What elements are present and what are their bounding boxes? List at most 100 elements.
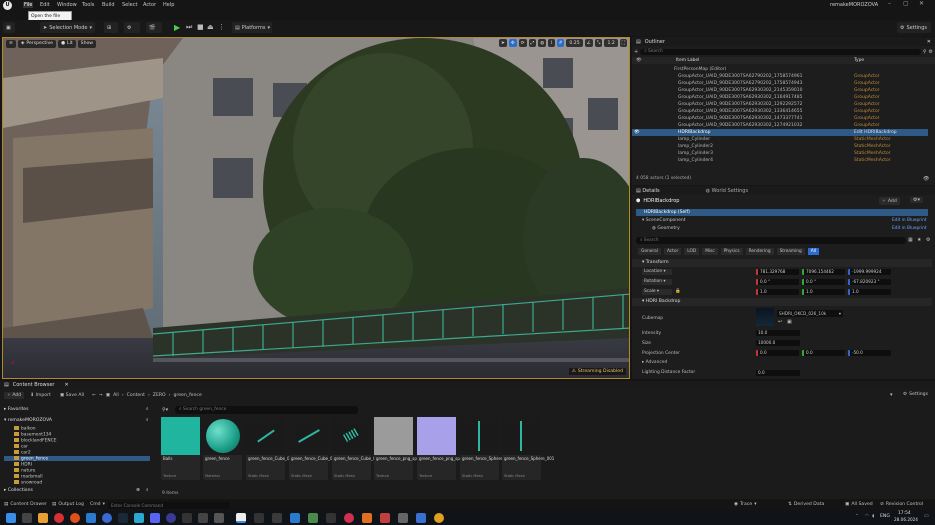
add-collection-icon[interactable]: ⊕ [136,487,140,495]
table-row[interactable]: GroupActor_UAID_90DE3007SA62930302_21453… [632,87,928,94]
table-row[interactable]: lamp_Cylinder4 StaticMeshActor [632,157,928,164]
rotation-dropdown[interactable]: Rotation ▾ [642,279,672,285]
level-viewport[interactable]: ≡ ◈ Perspective ● Lit Show ➤ ✥ ⟳ ⤢ ◍ ⌇ # 0… [2,37,630,379]
app-icon[interactable] [416,512,426,523]
menu-window[interactable]: Window [57,2,77,8]
location-z-field[interactable]: -1999.999924 [848,269,891,275]
content-browser-tab[interactable]: ▤ Content Browser ✕ [0,381,935,389]
app-icon[interactable] [166,512,176,523]
unreal-logo-icon[interactable]: U [3,1,12,10]
breadcrumb-all[interactable]: All [113,393,119,398]
asset-tile[interactable]: green_fence_png_specular_4_... Texture [417,417,483,480]
table-row[interactable]: GroupActor_UAID_90DE3007SA62790202_17585… [632,73,928,80]
app-icon[interactable] [182,512,192,523]
outliner-map-row[interactable]: FirstPersonMap (Editor) [632,66,928,73]
details-search-input[interactable]: ⌕ Search [636,237,906,244]
telegram-icon[interactable] [134,512,144,523]
outliner-tab[interactable]: ▤ Outliner ✕ [632,37,935,46]
step-icon[interactable]: ⏭ [186,23,192,32]
menu-edit[interactable]: Edit [40,2,50,8]
table-row[interactable]: GroupActor_UAID_90DE3007SA62790202_17585… [632,80,928,87]
app-icon[interactable] [344,512,354,523]
folder-item[interactable]: blocklandFENCE [14,438,57,443]
intensity-field[interactable]: 10.0 [756,330,800,336]
row-type[interactable]: Edit HDRIBackdrop [854,130,897,135]
asset-tile[interactable]: green_fence_Sphere_001 Static Mesh [502,417,554,480]
rotation-z-field[interactable]: -67.820923 ° [848,279,891,285]
folder-item[interactable]: roadsmall [14,474,43,479]
volume-icon[interactable]: ◖ [872,514,874,519]
save-all-button[interactable]: ▣ Save All [57,392,87,399]
outliner-settings-icon[interactable]: ⚙ [929,49,933,55]
maximize-viewport-icon[interactable]: ⛶ [619,39,627,47]
cubemap-thumbnail[interactable] [756,308,774,326]
app-icon[interactable] [198,512,208,523]
console-input[interactable]: Enter Console Command [108,501,230,509]
menu-help[interactable]: Help [163,2,174,8]
view-options-icon[interactable]: 👁 [923,176,929,182]
folder-item[interactable]: balkon [14,426,36,431]
folder-item[interactable]: basement134 [14,432,51,437]
steam-icon[interactable] [118,512,128,523]
table-row[interactable]: GroupActor_UAID_90DE3007SA62930302_13364… [632,108,928,115]
menu-select[interactable]: Select [122,2,137,8]
rotation-x-field[interactable]: 0.0 ° [756,279,799,285]
asset-tile[interactable]: green_fence_Cube_009 Static Mesh [246,417,295,480]
platforms-button[interactable]: ▤ Platforms ▾ [232,22,272,33]
select-tool-icon[interactable]: ➤ [499,39,507,47]
add-content-icon[interactable]: ⊞ [104,22,118,33]
table-row[interactable]: lamp_Cylinder StaticMeshActor [632,136,928,143]
scale-tool-icon[interactable]: ⤢ [528,39,537,47]
eject-icon[interactable]: ⏏ [207,23,214,31]
output-log-button[interactable]: ▤ Output Log [52,502,84,507]
cmd-dropdown[interactable]: Cmd ▾ [90,502,105,507]
move-tool-icon[interactable]: ✥ [508,39,517,47]
projection-center-x[interactable]: 0.0 [756,350,799,356]
app-icon[interactable] [290,512,300,523]
size-field[interactable]: 10000.0 [756,340,800,346]
app-icon[interactable] [398,512,408,523]
app-icon[interactable] [380,512,390,523]
app-icon[interactable] [362,512,372,523]
scale-snap-icon[interactable]: ⤡ [594,39,603,47]
app-icon[interactable] [272,512,282,523]
search-icon[interactable]: ⌕ [146,487,149,495]
filter-tab-streaming[interactable]: Streaming [776,248,805,255]
menu-file[interactable]: File [23,2,34,8]
chrome-icon[interactable] [102,512,112,523]
table-row[interactable]: lamp_Cylinder2 StaticMeshActor [632,143,928,150]
filter-tab-physics[interactable]: Physics [720,248,743,255]
filter-tab-lod[interactable]: LOD [684,248,700,255]
play-icon[interactable]: ▶ [174,23,180,32]
forward-arrow-icon[interactable]: → [99,393,103,398]
all-saved-button[interactable]: ▣ All Saved [845,502,873,507]
component-self-row[interactable]: HDRIBackdrop (Self) [636,209,928,216]
world-local-icon[interactable]: ◍ [538,39,547,47]
transform-section[interactable]: ▾ Transform [632,259,932,267]
blueprint-icon[interactable]: ⚙ [124,22,140,33]
filter-icon[interactable]: ⚲▾ [162,407,168,413]
discord-icon[interactable] [150,512,160,523]
back-arrow-icon[interactable]: ← [92,393,96,398]
camera-speed[interactable]: 1.2 [604,39,618,47]
filter-tab-actor[interactable]: Actor [663,248,682,255]
browser-icon[interactable] [70,512,80,523]
content-drawer-button[interactable]: ▤ Content Drawer [4,502,47,507]
table-row[interactable]: GroupActor_UAID_90DE3007SA62930302_11649… [632,94,928,101]
derived-data-button[interactable]: ⇅ Derived Data [788,502,824,507]
app-icon[interactable] [254,512,264,523]
blueprint-options-icon[interactable]: ⚙▾ [910,197,923,203]
tray-chevron-icon[interactable]: ⌃ [855,514,859,519]
folder-item[interactable]: car2 [14,450,31,455]
filter-tab-all[interactable]: All [807,248,820,255]
close-tab-icon[interactable]: ✕ [927,39,931,45]
grid-snap-icon[interactable]: # [556,39,565,47]
grid-value[interactable]: 0.25 [566,39,583,47]
location-y-field[interactable]: 7096.154462 [802,269,845,275]
location-dropdown[interactable]: Location ▾ [642,269,672,275]
advanced-row[interactable]: ▸ Advanced [642,360,667,365]
save-icon[interactable]: ▣ [3,22,15,33]
perspective-button[interactable]: ◈ Perspective [17,39,57,48]
notifications-icon[interactable]: ▭ [924,513,929,519]
add-component-button[interactable]: + Add [879,197,900,205]
